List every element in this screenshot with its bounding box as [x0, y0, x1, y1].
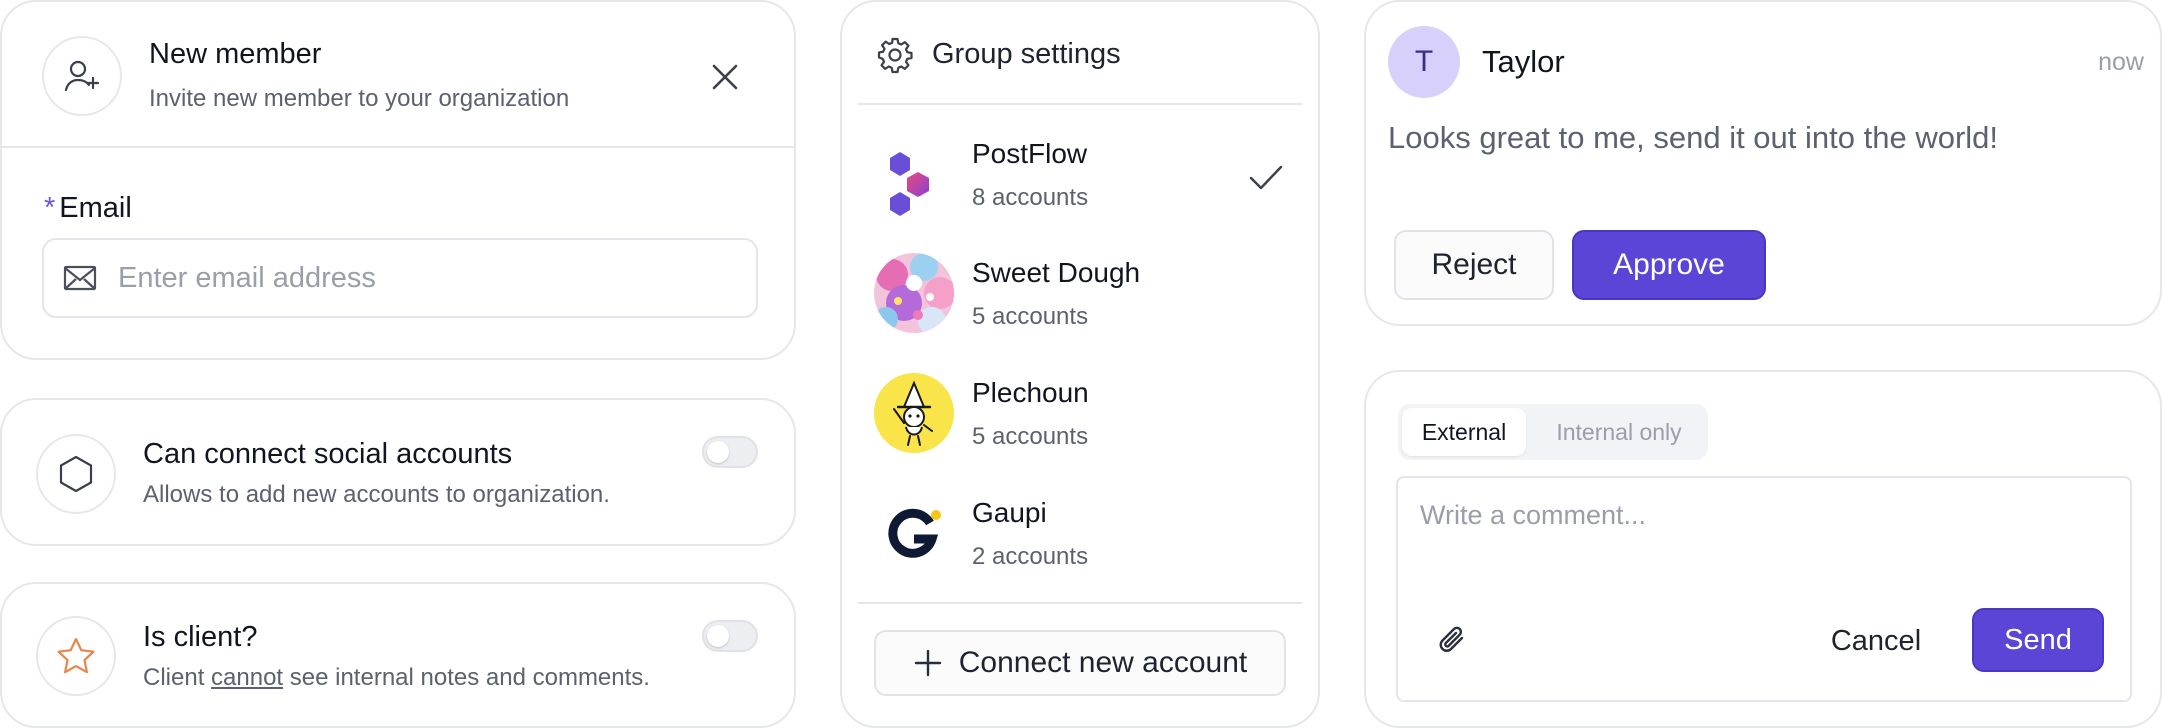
hexagon-icon-wrapper: [36, 434, 116, 514]
account-name: Plechoun: [972, 377, 1089, 408]
account-count: 2 accounts: [972, 543, 1089, 570]
account-name: PostFlow: [972, 138, 1088, 169]
approve-button[interactable]: Approve: [1572, 230, 1766, 300]
attach-button[interactable]: [1430, 618, 1474, 662]
reject-label: Reject: [1431, 248, 1517, 281]
description-after: see internal notes and comments.: [283, 664, 650, 691]
approval-card: T Taylor now Looks great to me, send it …: [1364, 0, 2162, 326]
social-permission-toggle[interactable]: [702, 436, 758, 468]
gaupi-logo: [874, 493, 954, 573]
tab-internal-only[interactable]: Internal only: [1534, 408, 1704, 456]
email-label: Email: [59, 192, 132, 224]
cancel-label: Cancel: [1830, 624, 1922, 657]
toggle-knob: [707, 441, 729, 463]
account-name: Sweet Dough: [972, 257, 1141, 288]
tab-external-label: External: [1421, 418, 1507, 445]
postflow-logo: [890, 152, 929, 216]
star-icon-wrapper: [36, 616, 116, 696]
description-before: Client: [143, 664, 212, 691]
star-icon: [57, 637, 95, 674]
close-icon: [712, 64, 738, 90]
client-permission-toggle[interactable]: [702, 620, 758, 652]
avatar: T: [1388, 26, 1460, 98]
timestamp: now: [2098, 48, 2144, 76]
mail-icon: [63, 265, 97, 291]
hexagon-icon: [59, 455, 93, 493]
account-item-gaupi[interactable]: Gaupi 2 accounts: [842, 482, 1318, 600]
divider: [858, 602, 1302, 604]
new-member-subtitle: Invite new member to your organization: [149, 85, 570, 112]
account-count: 8 accounts: [972, 184, 1089, 211]
divider: [2, 146, 794, 148]
cancel-button[interactable]: Cancel: [1818, 618, 1934, 664]
group-settings-card: Group settings PostFlow 8 accounts Sweet…: [840, 0, 1320, 728]
gear-icon: [877, 37, 913, 74]
comment-tabs: External Internal only: [1398, 404, 1708, 460]
toggle-knob: [707, 625, 729, 647]
reject-button[interactable]: Reject: [1394, 230, 1554, 300]
add-user-icon: [64, 60, 100, 92]
client-permission-description: Client cannot see internal notes and com…: [143, 664, 650, 692]
comment-input[interactable]: Write a comment... Cancel Send: [1396, 476, 2132, 702]
avatar-initial: T: [1414, 45, 1434, 78]
client-permission-card: Is client? Client cannot see internal no…: [0, 582, 796, 728]
approve-label: Approve: [1613, 248, 1725, 281]
new-member-card: New member Invite new member to your org…: [0, 0, 796, 360]
account-item-sweet-dough[interactable]: Sweet Dough 5 accounts: [842, 242, 1318, 360]
check-icon: [1249, 165, 1283, 190]
connect-account-button[interactable]: Connect new account: [874, 630, 1286, 696]
tab-internal-only-label: Internal only: [1556, 418, 1682, 445]
author-name: Taylor: [1482, 44, 1565, 79]
social-permission-description: Allows to add new accounts to organizati…: [143, 481, 610, 508]
tab-external[interactable]: External: [1402, 408, 1526, 456]
social-permission-title: Can connect social accounts: [143, 438, 513, 470]
close-button[interactable]: [702, 54, 748, 100]
approval-message: Looks great to me, send it out into the …: [1388, 120, 1999, 155]
comment-placeholder: Write a comment...: [1420, 500, 1647, 530]
email-placeholder: Enter email address: [118, 261, 376, 294]
email-label-row: * Email: [44, 192, 132, 225]
new-member-title: New member: [149, 38, 322, 70]
send-button[interactable]: Send: [1972, 608, 2104, 672]
account-count: 5 accounts: [972, 423, 1089, 450]
required-mark: *: [44, 192, 56, 224]
description-emphasis: cannot: [211, 664, 284, 691]
account-count: 5 accounts: [972, 303, 1089, 330]
account-item-postflow[interactable]: PostFlow 8 accounts: [842, 122, 1318, 240]
comment-card: External Internal only Write a comment..…: [1364, 370, 2162, 728]
divider: [858, 103, 1302, 105]
client-permission-title: Is client?: [143, 621, 258, 653]
plechoun-logo: [874, 373, 954, 453]
plus-icon: [914, 649, 941, 677]
sweet-dough-logo: [874, 253, 954, 333]
send-label: Send: [2004, 623, 2072, 656]
account-item-plechoun[interactable]: Plechoun 5 accounts: [842, 362, 1318, 480]
email-field[interactable]: Enter email address: [42, 238, 758, 318]
paperclip-icon: [1439, 626, 1464, 652]
social-permission-card: Can connect social accounts Allows to ad…: [0, 398, 796, 546]
group-settings-title: Group settings: [932, 38, 1121, 70]
add-user-icon-wrapper: [42, 36, 122, 116]
connect-account-label: Connect new account: [958, 646, 1248, 679]
account-name: Gaupi: [972, 497, 1047, 528]
